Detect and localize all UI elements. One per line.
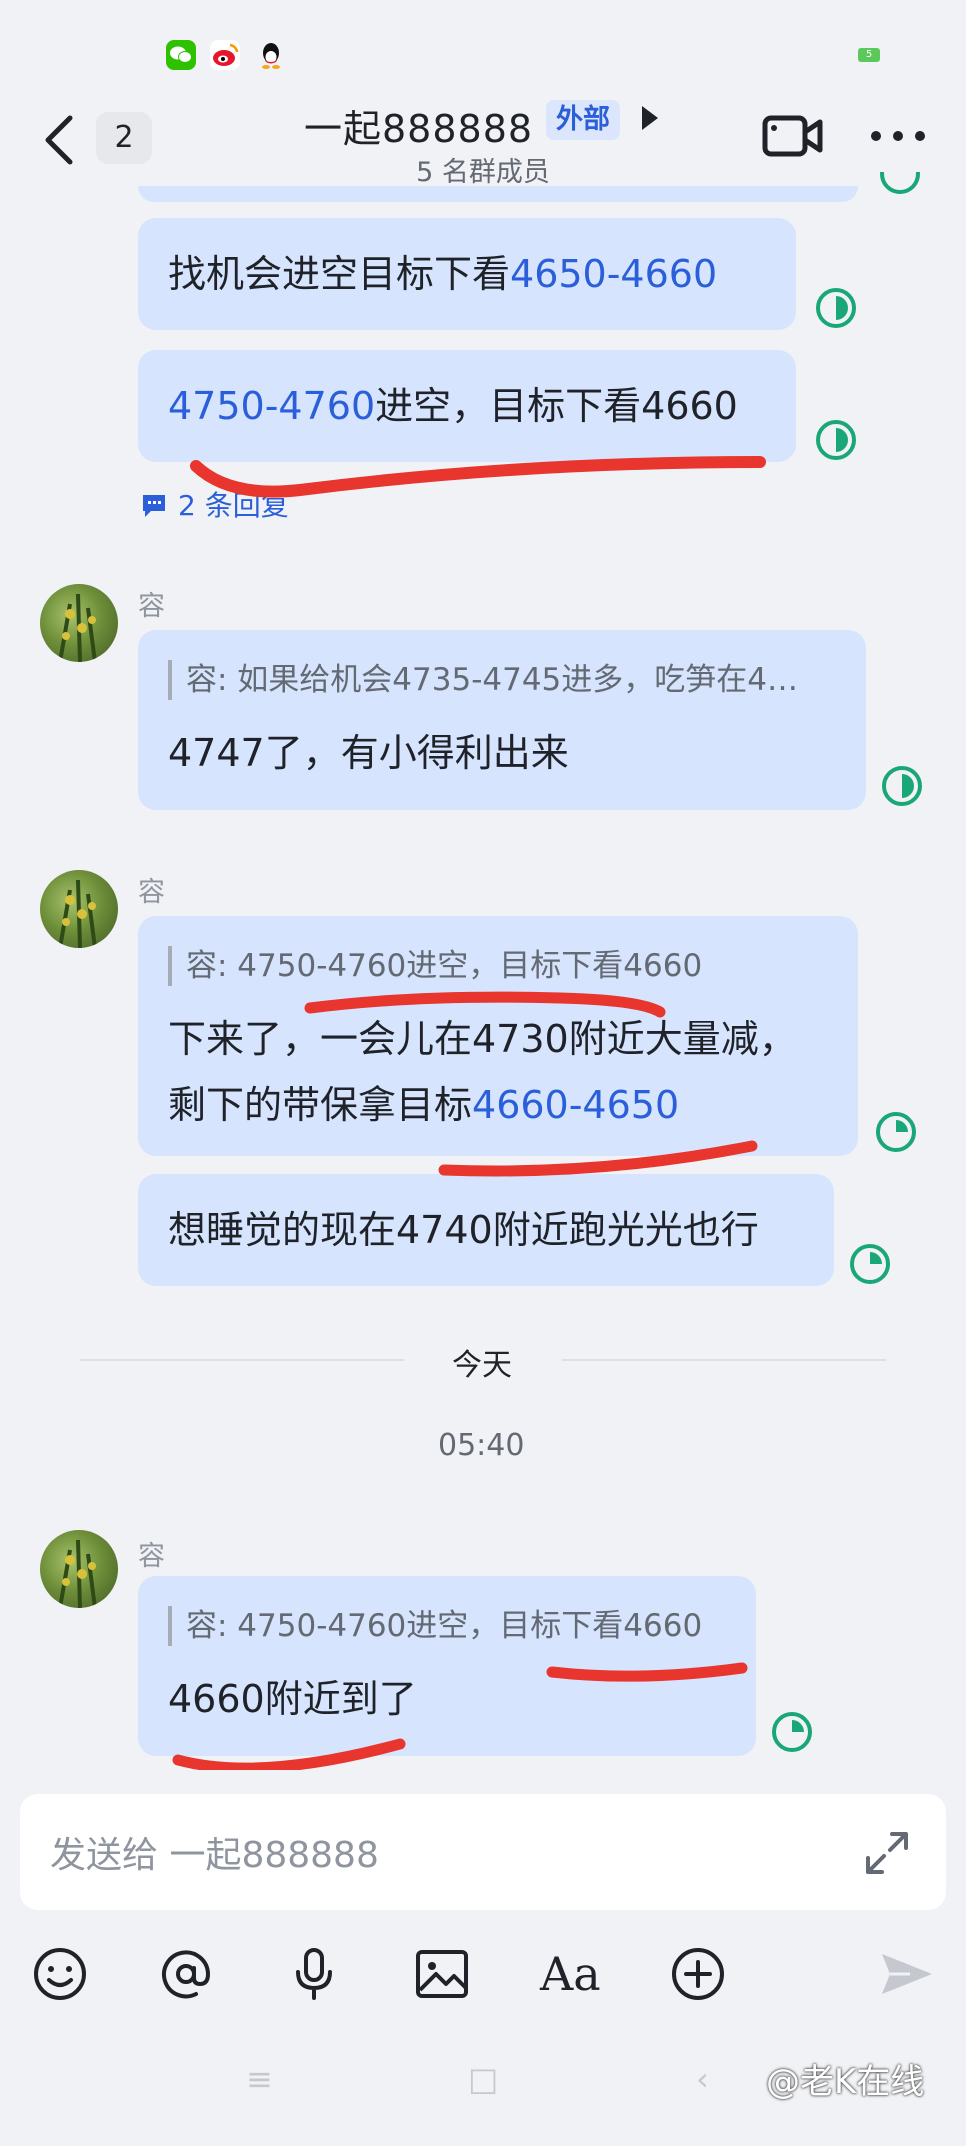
at-icon[interactable]	[156, 1944, 216, 2004]
emoji-icon[interactable]	[30, 1944, 90, 2004]
read-status-icon	[770, 1710, 814, 1754]
system-menu-button[interactable]: ≡	[246, 2060, 273, 2098]
send-icon[interactable]	[876, 1944, 936, 2004]
image-icon[interactable]	[412, 1944, 472, 2004]
add-icon[interactable]	[668, 1944, 728, 2004]
expand-icon[interactable]	[862, 1828, 912, 1878]
quoted-message[interactable]: 容: 如果给机会4735-4745进多，吃笋在4…	[168, 660, 854, 700]
title-arrow-icon[interactable]	[642, 106, 658, 130]
price-range-text: 4650-4660	[510, 252, 718, 296]
avatar[interactable]	[40, 584, 118, 662]
battery-icon: 5	[858, 48, 880, 62]
message-text: 4747了，有小得利出来	[168, 731, 569, 775]
price-range-text: 4750-4760	[168, 384, 376, 428]
read-status-icon	[814, 286, 858, 330]
message-text-line: 剩下的带保拿目标4660-4650	[168, 1072, 679, 1138]
reply-thread-link[interactable]: 2 条回复	[138, 488, 338, 524]
chat-title[interactable]: 一起888888	[304, 98, 533, 153]
message-bubble-partial[interactable]	[138, 186, 858, 202]
watermark: @老K在线	[766, 2062, 925, 2102]
read-status-icon	[814, 418, 858, 462]
microphone-icon[interactable]	[284, 1944, 344, 2004]
avatar[interactable]	[40, 1530, 118, 1608]
system-back-button[interactable]: ‹	[696, 2060, 709, 2098]
reply-icon	[143, 495, 165, 517]
input-placeholder: 发送给 一起888888	[50, 1835, 379, 1876]
divider-line	[562, 1359, 886, 1361]
sender-name: 容	[138, 591, 165, 622]
message-bubble[interactable]: 4750-4760进空，目标下看4660	[138, 350, 796, 462]
message-bubble[interactable]: 找机会进空目标下看4650-4660	[138, 218, 796, 330]
reply-count-text: 2 条回复	[178, 489, 289, 522]
video-call-icon[interactable]	[762, 110, 824, 162]
message-bubble[interactable]: 容: 4750-4760进空，目标下看4660 下来了，一会儿在4730附近大量…	[138, 916, 858, 1156]
font-icon[interactable]: Aa	[540, 1944, 601, 2004]
read-status-icon	[874, 1110, 918, 1154]
read-status-icon	[880, 764, 924, 808]
sender-name: 容	[138, 1541, 165, 1572]
message-text: 剩下的带保拿目标	[168, 1083, 473, 1127]
message-text: 4660附近到了	[168, 1677, 417, 1721]
read-status-icon	[878, 172, 922, 196]
external-tag: 外部	[546, 100, 620, 140]
message-text: 下来了，一会儿在4730附近大量减，	[168, 1017, 797, 1061]
message-bubble[interactable]: 想睡觉的现在4740附近跑光光也行	[138, 1174, 834, 1286]
system-home-button[interactable]: □	[468, 2060, 498, 2098]
date-divider-label: 今天	[452, 1348, 512, 1383]
price-range-text: 4660-4650	[472, 1083, 680, 1127]
message-text: 找机会进空目标下看	[168, 252, 511, 296]
divider-line	[80, 1359, 404, 1361]
read-status-icon	[848, 1242, 892, 1286]
message-text: 进空，目标下看4660	[375, 384, 738, 428]
more-options-icon[interactable]	[868, 128, 928, 142]
avatar[interactable]	[40, 870, 118, 948]
message-bubble[interactable]: 容: 4750-4760进空，目标下看4660 4660附近到了	[138, 1576, 756, 1756]
status-bar: 5	[0, 0, 966, 100]
wechat-app-icon	[166, 40, 196, 70]
sender-name: 容	[138, 877, 165, 908]
quoted-message[interactable]: 容: 4750-4760进空，目标下看4660	[168, 946, 846, 986]
timestamp: 05:40	[438, 1428, 525, 1463]
message-bubble[interactable]: 容: 如果给机会4735-4745进多，吃笋在4… 4747了，有小得利出来	[138, 630, 866, 810]
qq-app-icon	[256, 40, 286, 70]
message-text: 想睡觉的现在4740附近跑光光也行	[168, 1208, 759, 1252]
weibo-app-icon	[210, 40, 240, 70]
quoted-message[interactable]: 容: 4750-4760进空，目标下看4660	[168, 1606, 746, 1646]
